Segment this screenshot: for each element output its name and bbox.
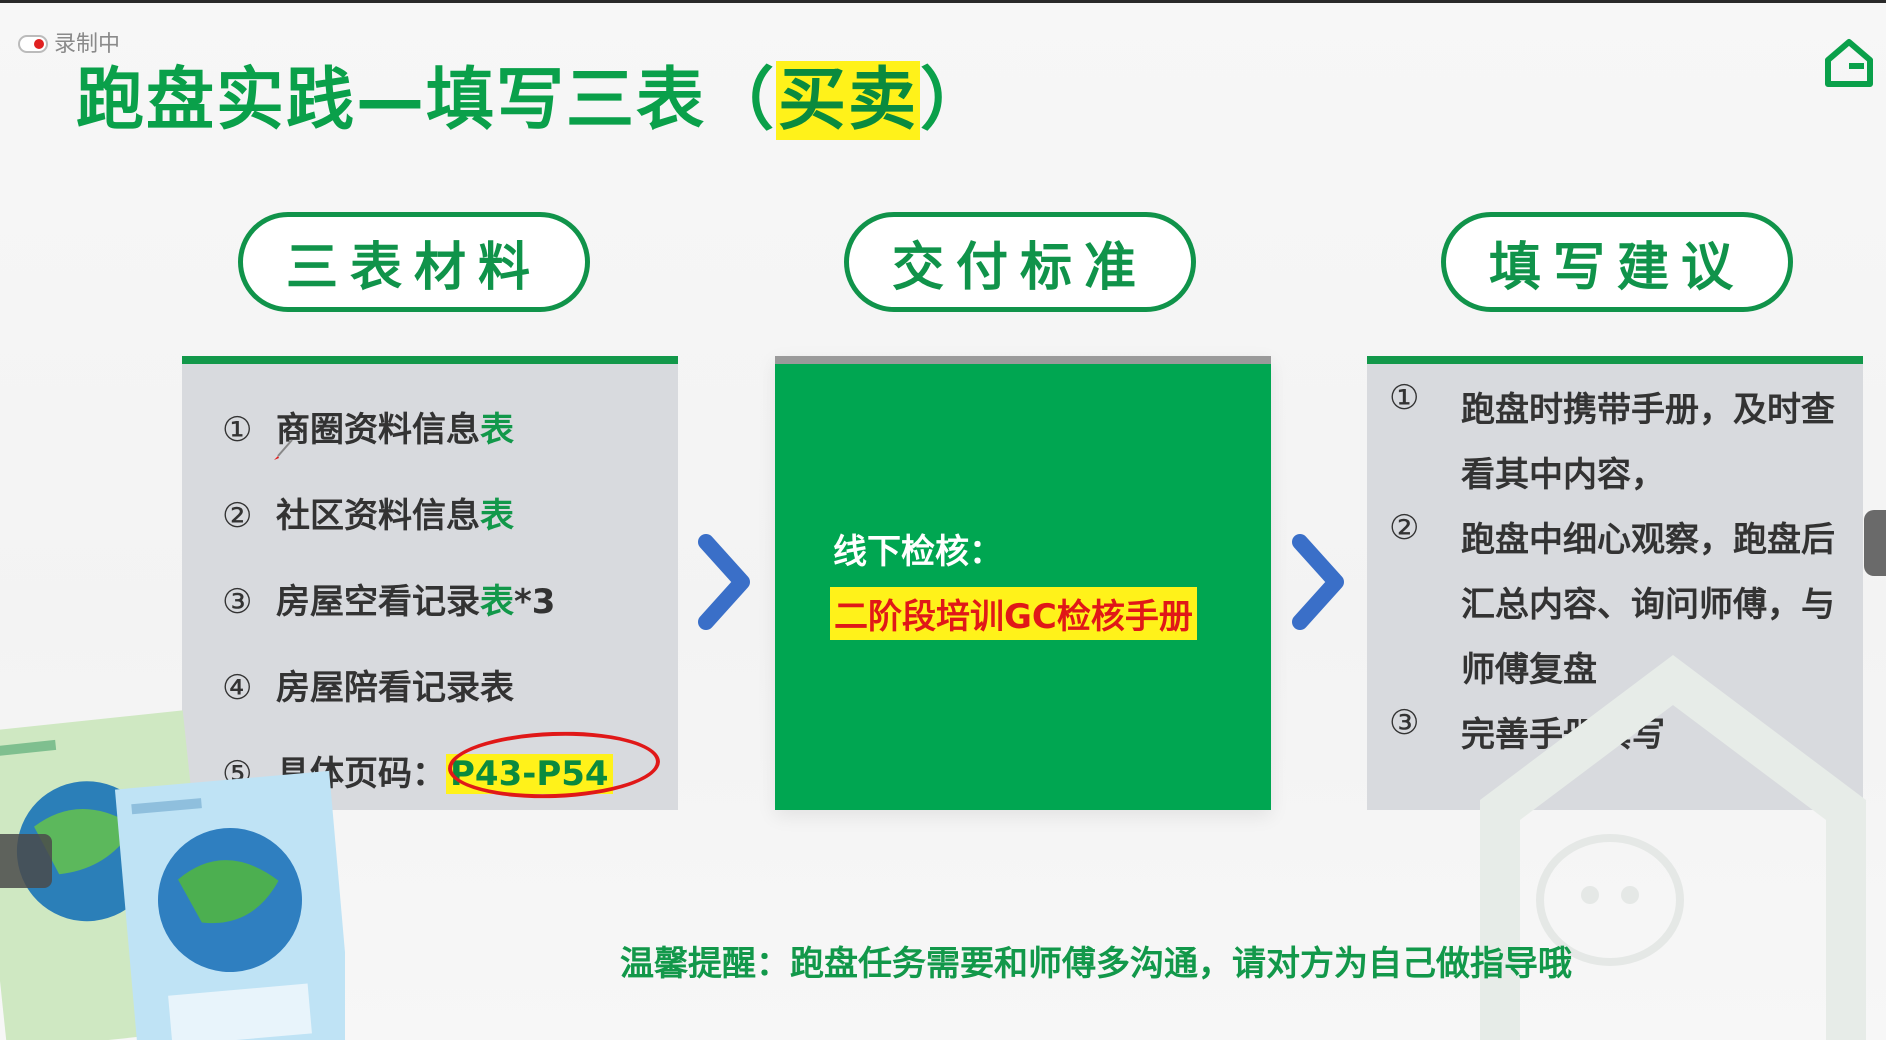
list-item: ② 社区资料信息表 (222, 488, 514, 537)
title-highlight: 买卖 (776, 61, 921, 140)
sidebar-collapse-button[interactable] (1864, 510, 1886, 576)
section-label: 三表材料 (285, 237, 542, 298)
item-suffix: 表 (480, 582, 514, 622)
item-text: 社区资料信息 (276, 496, 480, 536)
item-text: 跑盘时携带手册，及时查看其中内容， (1461, 390, 1835, 495)
item-number: ① (1389, 378, 1420, 418)
section-label: 交付标准 (891, 237, 1148, 298)
delivery-manual: 二阶段培训GC检核手册 (830, 587, 1197, 640)
item-text: 商圈资料信息 (276, 410, 480, 450)
red-annotation-circle (446, 728, 662, 802)
pen-cursor-icon (274, 439, 293, 460)
item-text: 房屋空看记录 (276, 582, 480, 622)
delivery-label: 线下检核： (833, 532, 1003, 572)
home-icon (1825, 39, 1873, 87)
recording-icon (18, 33, 48, 53)
item-suffix: 表 (480, 410, 514, 450)
item-number: ③ (1389, 703, 1420, 743)
title-main: 跑盘实践—填写三表（ (76, 61, 777, 140)
title-end: ） (920, 61, 991, 140)
item-number: ② (222, 496, 253, 536)
delivery-card: 线下检核： 二阶段培训GC检核手册 (775, 356, 1271, 810)
chevron-right-icon (698, 534, 750, 630)
reminder-text: 温馨提醒：跑盘任务需要和师傅多沟通，请对方为自己做指导哦 (620, 944, 1572, 984)
section-label: 填写建议 (1488, 237, 1745, 298)
item-number: ② (1389, 508, 1420, 548)
item-suffix: 表 (480, 496, 514, 536)
item-number: ③ (222, 582, 253, 622)
section-pill-suggestions: 填写建议 (1441, 212, 1793, 312)
list-item: ① 商圈资料信息表 (222, 402, 514, 451)
item-extra: *3 (514, 582, 556, 622)
top-border (0, 0, 1886, 3)
slide-title: 跑盘实践—填写三表（买卖） (76, 44, 990, 143)
section-pill-materials: 三表材料 (238, 212, 590, 312)
item-number: ① (222, 410, 253, 450)
section-pill-delivery: 交付标准 (844, 212, 1196, 312)
menu-toggle-button[interactable] (0, 834, 52, 888)
list-item: ③ 房屋空看记录表*3 (222, 574, 555, 623)
chevron-right-icon (1292, 534, 1344, 630)
